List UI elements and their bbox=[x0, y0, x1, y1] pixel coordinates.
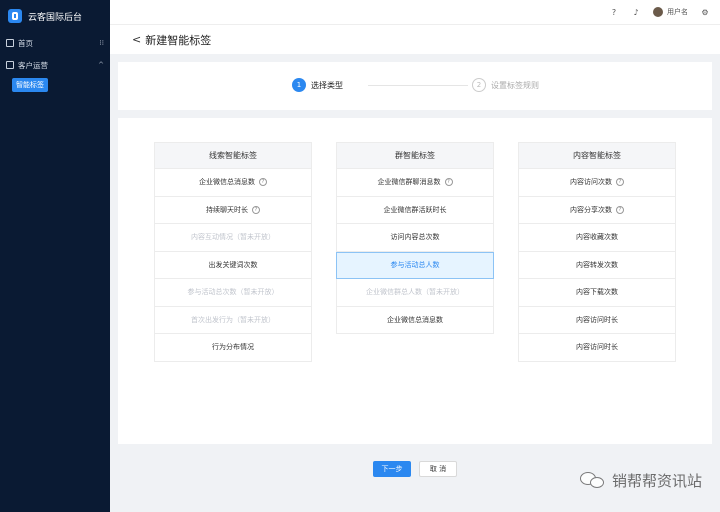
tag-option-label: 内容收藏次数 bbox=[576, 233, 618, 242]
tag-option[interactable]: 内容访问时长 bbox=[518, 306, 676, 334]
column-group-tags: 群智能标签 企业微信群聊消息数? 企业微信群活跃时长 访问内容总次数 参与活动总人数企… bbox=[336, 142, 494, 334]
tag-option-label: 参与活动总次数（暂未开放） bbox=[187, 288, 279, 297]
step-set-rules: 2 设置标签规则 bbox=[472, 78, 539, 92]
tag-option[interactable]: 企业微信群聊消息数? bbox=[336, 169, 494, 197]
tag-option[interactable]: 内容分享次数? bbox=[518, 196, 676, 224]
tag-option[interactable]: 行为分布情况 bbox=[154, 334, 312, 362]
tag-option-label: 内容转发次数 bbox=[576, 260, 618, 269]
home-icon bbox=[6, 39, 14, 47]
step-select-type: 1 选择类型 bbox=[292, 78, 343, 92]
chevron-up-icon: ^ bbox=[98, 61, 104, 69]
brand-logo-icon bbox=[8, 9, 22, 23]
watermark-text: 销帮帮资讯站 bbox=[611, 472, 702, 490]
tag-option-label: 行为分布情况 bbox=[212, 343, 254, 352]
help-icon[interactable]: ? bbox=[616, 205, 624, 214]
sidebar-item-customer-ops[interactable]: 客户运营 ^ bbox=[0, 54, 110, 76]
tag-option-label: 企业微信群聊消息数 bbox=[377, 178, 441, 187]
gear-icon[interactable]: ⚙ bbox=[700, 7, 710, 17]
brand[interactable]: 云客国际后台 bbox=[0, 0, 110, 32]
tag-option-label: 访问内容总次数 bbox=[390, 233, 440, 242]
help-icon[interactable]: ? bbox=[609, 7, 619, 17]
tag-option-label: 内容互动情况（暂未开放） bbox=[191, 233, 275, 242]
tag-option[interactable]: 访问内容总次数 bbox=[336, 224, 494, 252]
next-button[interactable]: 下一步 bbox=[373, 461, 411, 477]
tag-type-panel: 线索智能标签 企业微信总消息数? 持续聊天时长? 内容互动情况（暂未开放） 出发关键词… bbox=[118, 118, 712, 444]
tag-option[interactable]: 内容访问次数? bbox=[518, 169, 676, 197]
column-content-tags: 内容智能标签 内容访问次数? 内容分享次数? 内容收藏次数 内容转发次数 内容下载次数内… bbox=[518, 142, 676, 362]
wechat-icon bbox=[579, 471, 606, 490]
step-label: 选择类型 bbox=[311, 80, 343, 90]
tag-option[interactable]: 企业微信群活跃时长 bbox=[336, 196, 494, 224]
page-title: 新建智能标签 bbox=[145, 33, 212, 47]
brand-name: 云客国际后台 bbox=[28, 12, 83, 23]
tag-option[interactable]: 出发关键词次数 bbox=[154, 251, 312, 279]
help-icon[interactable]: ? bbox=[259, 178, 267, 187]
watermark: 销帮帮资讯站 bbox=[579, 470, 702, 491]
bell-icon[interactable]: ♪ bbox=[631, 7, 641, 17]
tag-option-label: 企业微信总消息数 bbox=[387, 315, 443, 324]
tag-option: 企业微信群总人数（暂未开放） bbox=[336, 279, 494, 307]
tag-option-label: 出发关键词次数 bbox=[208, 260, 258, 269]
tag-option: 参与活动总次数（暂未开放） bbox=[154, 279, 312, 307]
tag-option-label: 内容分享次数 bbox=[570, 205, 612, 214]
tag-option[interactable]: 内容下载次数 bbox=[518, 279, 676, 307]
tag-option-label: 参与活动总人数 bbox=[390, 261, 440, 270]
tag-option[interactable]: 内容收藏次数 bbox=[518, 224, 676, 252]
tag-option[interactable]: 内容访问时长 bbox=[518, 334, 676, 362]
step-number: 1 bbox=[292, 78, 306, 92]
column-title: 群智能标签 bbox=[336, 142, 494, 169]
tag-option-label: 持续聊天时长 bbox=[206, 205, 248, 214]
page-header: < 新建智能标签 bbox=[110, 24, 720, 54]
topbar: ? ♪ 用户名 ⚙ bbox=[110, 0, 720, 24]
tag-option-label: 内容下载次数 bbox=[576, 288, 618, 297]
help-icon[interactable]: ? bbox=[444, 178, 453, 187]
tag-option: 内容互动情况（暂未开放） bbox=[154, 224, 312, 252]
tag-option[interactable]: 参与活动总人数 bbox=[336, 251, 494, 279]
tag-option-label: 企业微信群总人数（暂未开放） bbox=[366, 288, 464, 297]
tag-option-label: 内容访问次数 bbox=[570, 178, 612, 187]
cancel-button[interactable]: 取 消 bbox=[419, 461, 457, 477]
back-icon[interactable]: < bbox=[132, 33, 141, 46]
avatar[interactable] bbox=[653, 7, 663, 17]
tag-option-label: 内容访问时长 bbox=[576, 343, 618, 352]
username[interactable]: 用户名 bbox=[667, 7, 688, 17]
tag-option-label: 首次出发行为（暂未开放） bbox=[191, 315, 275, 324]
step-divider bbox=[368, 85, 468, 86]
tag-option[interactable]: 内容转发次数 bbox=[518, 251, 676, 279]
help-icon[interactable]: ? bbox=[616, 178, 624, 187]
tag-option: 首次出发行为（暂未开放） bbox=[154, 306, 312, 334]
sidebar: 云客国际后台 首页 ⁞⁞ 客户运营 ^ 智能标签 bbox=[0, 0, 110, 512]
sidebar-item-label: 首页 bbox=[18, 38, 33, 48]
column-lead-tags: 线索智能标签 企业微信总消息数? 持续聊天时长? 内容互动情况（暂未开放） 出发关键词… bbox=[154, 142, 312, 362]
help-icon[interactable]: ? bbox=[252, 205, 260, 214]
sidebar-subitem-smart-tags[interactable]: 智能标签 bbox=[12, 78, 48, 92]
column-title: 内容智能标签 bbox=[518, 142, 676, 169]
column-title: 线索智能标签 bbox=[154, 142, 312, 169]
step-label: 设置标签规则 bbox=[491, 80, 539, 90]
tag-option[interactable]: 企业微信总消息数 bbox=[336, 306, 494, 334]
sidebar-item-home[interactable]: 首页 ⁞⁞ bbox=[0, 32, 110, 54]
menu-icon bbox=[6, 61, 14, 69]
tag-option[interactable]: 企业微信总消息数? bbox=[154, 169, 312, 197]
steps: 1 选择类型 2 设置标签规则 bbox=[118, 62, 712, 110]
tag-option-label: 企业微信群活跃时长 bbox=[383, 205, 447, 214]
grid-icon: ⁞⁞ bbox=[99, 39, 104, 47]
tag-option-label: 企业微信总消息数 bbox=[199, 178, 255, 187]
tag-option-label: 内容访问时长 bbox=[576, 315, 618, 324]
step-number: 2 bbox=[472, 78, 486, 92]
tag-option[interactable]: 持续聊天时长? bbox=[154, 196, 312, 224]
sidebar-item-label: 客户运营 bbox=[18, 60, 48, 70]
